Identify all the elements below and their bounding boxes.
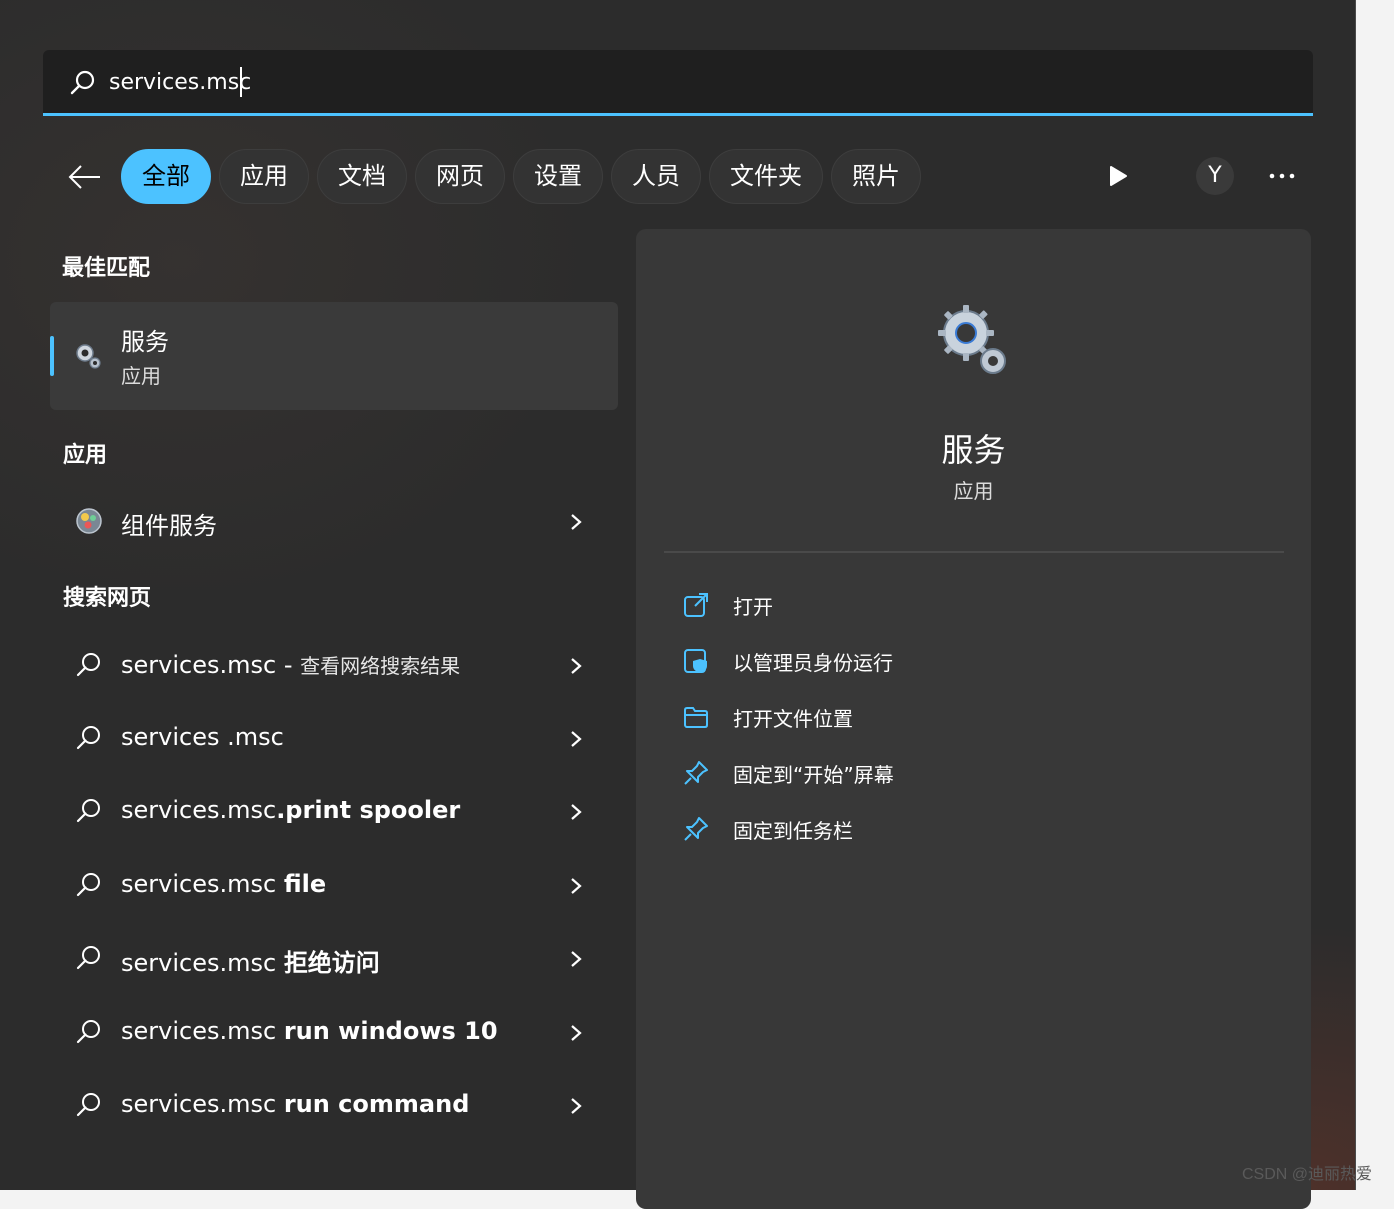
action-run-as-admin[interactable]: 以管理员身份运行 xyxy=(682,641,1242,681)
chevron-right-icon xyxy=(571,1098,582,1114)
action-label: 固定到“开始”屏幕 xyxy=(733,763,894,787)
chevron-right-icon xyxy=(571,1025,582,1041)
avatar[interactable]: Y xyxy=(1196,157,1234,195)
services-gear-icon xyxy=(76,344,101,369)
watermark: CSDN @迪丽热爱 xyxy=(1242,1166,1373,1183)
tab-all[interactable]: 全部 xyxy=(121,149,211,204)
web-result-text: services.msc - 查看网络搜索结果 xyxy=(121,651,461,679)
web-result-text: services.msc run command xyxy=(121,1090,470,1118)
web-result-text: services .msc xyxy=(121,723,284,751)
search-icon xyxy=(76,1020,100,1044)
apps-heading: 应用 xyxy=(63,443,108,468)
web-result-item[interactable]: services.msc run windows 10 xyxy=(60,1003,600,1063)
app-item-component-services[interactable]: 组件服务 xyxy=(60,492,600,552)
search-icon xyxy=(76,653,100,677)
services-gear-icon xyxy=(938,305,1006,374)
search-input[interactable] xyxy=(109,64,1259,100)
search-icon xyxy=(76,726,100,750)
tab-settings[interactable]: 设置 xyxy=(513,149,603,204)
pin-icon xyxy=(684,817,708,841)
app-item-label: 组件服务 xyxy=(121,512,217,540)
start-search-panel: 全部 应用 文档 网页 设置 人员 文件夹 照片 Y 最佳匹配 服务 应用 应用 xyxy=(0,0,1356,1209)
tab-apps[interactable]: 应用 xyxy=(219,149,309,204)
pin-icon xyxy=(684,761,708,785)
chevron-right-icon xyxy=(571,514,582,530)
preview-pane: 服务 应用 打开 以管理员身份运行 打开文件位置 固定到“开始”屏幕 固定到任务… xyxy=(636,229,1311,1209)
search-icon xyxy=(76,1093,100,1117)
more-options-icon[interactable] xyxy=(1265,164,1299,188)
search-icon xyxy=(70,70,95,95)
web-result-item[interactable]: services.msc run command xyxy=(60,1076,600,1136)
open-external-icon xyxy=(684,593,708,617)
action-label: 打开 xyxy=(733,595,773,619)
play-icon[interactable] xyxy=(1104,162,1132,190)
action-pin-to-start[interactable]: 固定到“开始”屏幕 xyxy=(682,753,1242,793)
tab-people[interactable]: 人员 xyxy=(611,149,701,204)
tab-folders[interactable]: 文件夹 xyxy=(709,149,823,204)
web-result-item[interactable]: services.msc file xyxy=(60,856,600,916)
best-match-item[interactable]: 服务 应用 xyxy=(50,302,618,410)
divider xyxy=(664,551,1284,553)
preview-title: 服务 xyxy=(941,431,1006,469)
search-icon xyxy=(76,799,100,823)
web-search-heading: 搜索网页 xyxy=(63,586,152,611)
chevron-right-icon xyxy=(571,951,582,967)
search-icon xyxy=(76,946,100,970)
selection-indicator xyxy=(50,336,54,376)
web-result-text: services.msc file xyxy=(121,870,327,898)
chevron-right-icon xyxy=(571,658,582,674)
chevron-right-icon xyxy=(571,731,582,747)
search-bar[interactable] xyxy=(43,50,1313,116)
best-match-heading: 最佳匹配 xyxy=(62,256,151,281)
action-pin-to-taskbar[interactable]: 固定到任务栏 xyxy=(682,809,1242,849)
web-result-item[interactable]: services.msc 拒绝访问 xyxy=(60,929,600,989)
web-result-item[interactable]: services.msc - 查看网络搜索结果 xyxy=(60,636,600,696)
tab-web[interactable]: 网页 xyxy=(415,149,505,204)
chevron-right-icon xyxy=(571,804,582,820)
folder-icon xyxy=(684,707,708,728)
component-services-icon xyxy=(76,508,102,534)
action-label: 固定到任务栏 xyxy=(733,819,853,843)
best-match-title: 服务 xyxy=(121,328,169,356)
filter-tabs: 全部 应用 文档 网页 设置 人员 文件夹 照片 xyxy=(121,149,921,204)
search-icon xyxy=(76,873,100,897)
web-result-text: services.msc 拒绝访问 xyxy=(121,949,380,977)
tab-documents[interactable]: 文档 xyxy=(317,149,407,204)
chevron-right-icon xyxy=(571,878,582,894)
action-open-file-location[interactable]: 打开文件位置 xyxy=(682,697,1242,737)
preview-subtitle: 应用 xyxy=(953,479,994,503)
web-result-text: services.msc run windows 10 xyxy=(121,1017,498,1045)
web-result-item[interactable]: services.msc.print spooler xyxy=(60,782,600,842)
web-result-text: services.msc.print spooler xyxy=(121,796,461,824)
web-result-item[interactable]: services .msc xyxy=(60,709,600,769)
tab-photos[interactable]: 照片 xyxy=(831,149,921,204)
action-label: 以管理员身份运行 xyxy=(733,651,893,675)
back-arrow-icon[interactable] xyxy=(66,158,104,196)
text-caret xyxy=(240,67,242,97)
run-as-admin-icon xyxy=(684,649,707,673)
action-label: 打开文件位置 xyxy=(733,707,853,731)
best-match-type: 应用 xyxy=(121,364,161,388)
action-open[interactable]: 打开 xyxy=(682,585,1242,625)
